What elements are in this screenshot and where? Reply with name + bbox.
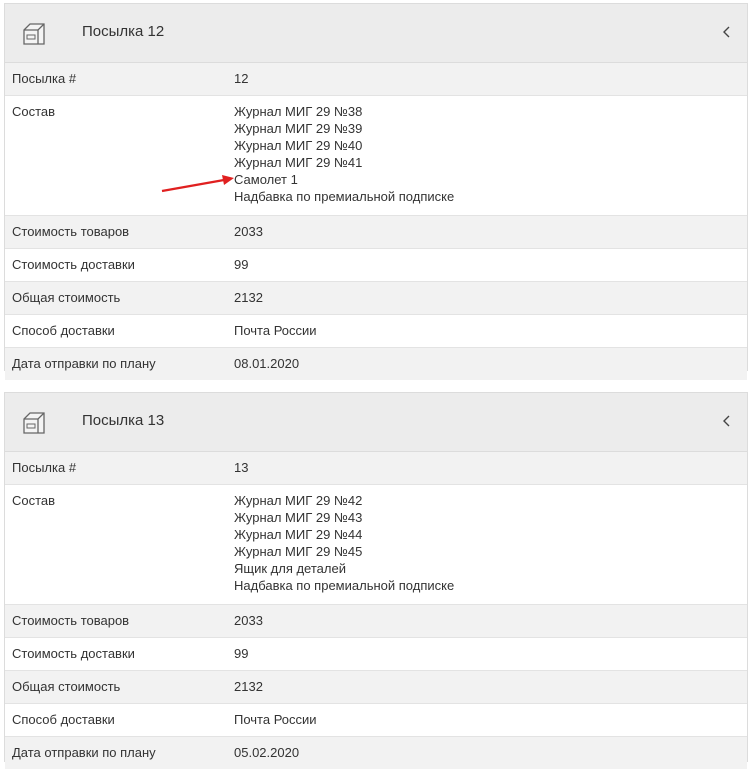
row-label: Посылка #: [5, 63, 234, 96]
list-item: Надбавка по премиальной подписке: [234, 577, 747, 594]
row-value: 2132: [234, 282, 747, 315]
row-label: Стоимость товаров: [5, 216, 234, 249]
parcel-card-12: Посылка 12 Посылка # 12 Состав Журнал МИ…: [4, 3, 748, 371]
list-item: Надбавка по премиальной подписке: [234, 188, 747, 205]
row-label: Стоимость доставки: [5, 249, 234, 282]
row-value: 2033: [234, 216, 747, 249]
contents-list: Журнал МИГ 29 №38 Журнал МИГ 29 №39 Журн…: [234, 96, 747, 216]
row-contents: Состав Журнал МИГ 29 №42 Журнал МИГ 29 №…: [5, 485, 747, 605]
chevron-left-icon[interactable]: [721, 414, 733, 428]
row-contents: Состав Журнал МИГ 29 №38 Журнал МИГ 29 №…: [5, 96, 747, 216]
list-item: Журнал МИГ 29 №39: [234, 120, 747, 137]
row-delivery-cost: Стоимость доставки 99: [5, 638, 747, 671]
row-value: 12: [234, 63, 747, 96]
parcel-header[interactable]: Посылка 13: [5, 393, 747, 452]
list-item: Ящик для деталей: [234, 560, 747, 577]
list-item: Самолет 1: [234, 171, 747, 188]
parcel-header[interactable]: Посылка 12: [5, 4, 747, 63]
row-value: 13: [234, 452, 747, 485]
row-value: 05.02.2020: [234, 737, 747, 769]
row-label: Стоимость товаров: [5, 605, 234, 638]
row-value: Почта России: [234, 315, 747, 348]
contents-list: Журнал МИГ 29 №42 Журнал МИГ 29 №43 Журн…: [234, 485, 747, 605]
row-label: Общая стоимость: [5, 671, 234, 704]
row-value: 2033: [234, 605, 747, 638]
row-parcel-number: Посылка # 13: [5, 452, 747, 485]
row-value: 99: [234, 249, 747, 282]
list-item: Журнал МИГ 29 №42: [234, 492, 747, 509]
row-label: Дата отправки по плану: [5, 737, 234, 769]
row-delivery-cost: Стоимость доставки 99: [5, 249, 747, 282]
row-label: Посылка #: [5, 452, 234, 485]
parcel-title: Посылка 12: [82, 23, 164, 40]
list-item: Журнал МИГ 29 №44: [234, 526, 747, 543]
row-goods-cost: Стоимость товаров 2033: [5, 216, 747, 249]
row-label: Дата отправки по плану: [5, 348, 234, 381]
list-item: Журнал МИГ 29 №43: [234, 509, 747, 526]
row-label: Стоимость доставки: [5, 638, 234, 671]
row-value: 99: [234, 638, 747, 671]
parcel-details-table: Посылка # 12 Состав Журнал МИГ 29 №38 Жу…: [5, 63, 747, 380]
parcel-details-table: Посылка # 13 Состав Журнал МИГ 29 №42 Жу…: [5, 452, 747, 769]
parcel-title: Посылка 13: [82, 412, 164, 429]
package-box-icon: [21, 410, 47, 436]
row-value: 08.01.2020: [234, 348, 747, 381]
row-value: 2132: [234, 671, 747, 704]
row-goods-cost: Стоимость товаров 2033: [5, 605, 747, 638]
row-total-cost: Общая стоимость 2132: [5, 671, 747, 704]
row-ship-date: Дата отправки по плану 08.01.2020: [5, 348, 747, 381]
row-label: Способ доставки: [5, 704, 234, 737]
row-label: Общая стоимость: [5, 282, 234, 315]
red-arrow-icon: [160, 173, 236, 195]
list-item: Журнал МИГ 29 №41: [234, 154, 747, 171]
chevron-left-icon[interactable]: [721, 25, 733, 39]
row-parcel-number: Посылка # 12: [5, 63, 747, 96]
row-label: Состав: [5, 485, 234, 605]
row-delivery-method: Способ доставки Почта России: [5, 704, 747, 737]
row-label: Состав: [5, 96, 234, 216]
list-item: Журнал МИГ 29 №38: [234, 103, 747, 120]
row-ship-date: Дата отправки по плану 05.02.2020: [5, 737, 747, 769]
row-value: Почта России: [234, 704, 747, 737]
row-delivery-method: Способ доставки Почта России: [5, 315, 747, 348]
parcel-card-13: Посылка 13 Посылка # 13 Состав Журнал МИ…: [4, 392, 748, 762]
list-item: Журнал МИГ 29 №45: [234, 543, 747, 560]
row-label: Способ доставки: [5, 315, 234, 348]
list-item: Журнал МИГ 29 №40: [234, 137, 747, 154]
package-box-icon: [21, 21, 47, 47]
row-total-cost: Общая стоимость 2132: [5, 282, 747, 315]
